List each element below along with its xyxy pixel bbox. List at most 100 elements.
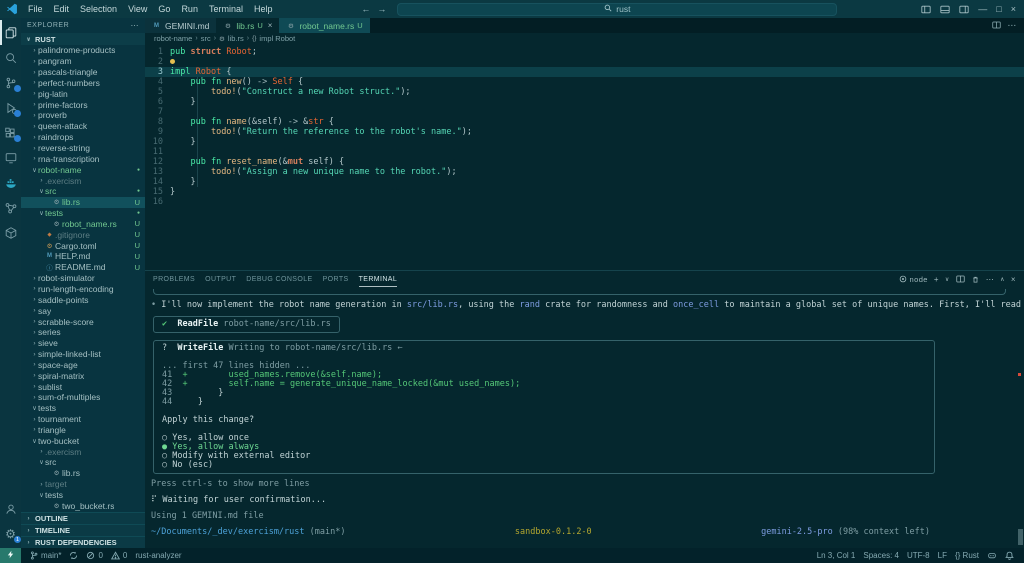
status-copilot[interactable] [983, 551, 1001, 560]
tree-item-palindrome-products[interactable]: ›palindrome-products [21, 45, 145, 56]
tree-item-tournament[interactable]: ›tournament [21, 414, 145, 425]
tree-item-simple-linked-list[interactable]: ›simple-linked-list [21, 349, 145, 360]
status-encoding[interactable]: UTF-8 [903, 551, 934, 560]
tree-item-readme-md[interactable]: ⓘREADME.mdU [21, 262, 145, 273]
menu-terminal[interactable]: Terminal [204, 3, 248, 15]
terminal-view[interactable]: • I'll now implement the robot name gene… [145, 287, 1024, 548]
tree-item-pangram[interactable]: ›pangram [21, 56, 145, 67]
tree-item-robot-name[interactable]: ∨robot-name● [21, 164, 145, 175]
tree-item-pascals-triangle[interactable]: ›pascals-triangle [21, 67, 145, 78]
settings-gear-icon[interactable]: ⚙ 1 [0, 521, 21, 546]
toggle-secondary-sidebar-icon[interactable] [959, 5, 969, 14]
tree-item-scrabble-score[interactable]: ›scrabble-score [21, 316, 145, 327]
extensions-icon[interactable] [0, 120, 21, 145]
remote-explorer-icon[interactable] [0, 145, 21, 170]
menu-go[interactable]: Go [153, 3, 175, 15]
tree-item-gitignore[interactable]: ◆.gitignoreU [21, 229, 145, 240]
panel-tab-ports[interactable]: PORTS [323, 271, 349, 287]
tree-item-target[interactable]: ›target [21, 479, 145, 490]
tree-item-say[interactable]: ›say [21, 305, 145, 316]
status-cursor-position[interactable]: Ln 3, Col 1 [813, 551, 860, 560]
tree-item-two-bucket[interactable]: ∨two-bucket [21, 435, 145, 446]
nav-forward-icon[interactable]: → [377, 4, 386, 14]
split-terminal-icon[interactable] [956, 275, 965, 283]
section-rust-dependencies[interactable]: ›RUST DEPENDENCIES [21, 536, 145, 548]
tree-item-two-bucket-rs[interactable]: ⚙two_bucket.rs [21, 500, 145, 511]
status-remote-indicator[interactable] [0, 548, 21, 563]
tree-item-prime-factors[interactable]: ›prime-factors [21, 99, 145, 110]
tree-item-exercism[interactable]: ›.exercism [21, 175, 145, 186]
tree-item-sublist[interactable]: ›sublist [21, 381, 145, 392]
menu-view[interactable]: View [123, 3, 152, 15]
menu-selection[interactable]: Selection [75, 3, 122, 15]
status-git-branch[interactable]: main* [26, 548, 65, 563]
tree-item-rna-transcription[interactable]: ›rna-transcription [21, 153, 145, 164]
panel-tab-problems[interactable]: PROBLEMS [153, 271, 195, 287]
status-rust-analyzer[interactable]: rust-analyzer [131, 548, 185, 563]
maximize-panel-icon[interactable]: ∧ [1000, 276, 1005, 283]
section-outline[interactable]: ›OUTLINE [21, 512, 145, 524]
toggle-sidebar-icon[interactable] [921, 5, 931, 14]
close-tab-icon[interactable]: × [268, 21, 273, 30]
tree-item-space-age[interactable]: ›space-age [21, 359, 145, 370]
option[interactable]: ○ Modify with external editor [162, 452, 926, 461]
tree-item-lib-rs[interactable]: ⚙lib.rsU [21, 197, 145, 208]
panel-tab-output[interactable]: OUTPUT [205, 271, 236, 287]
search-icon[interactable] [0, 45, 21, 70]
tree-item-cargo-toml[interactable]: ⚙Cargo.tomlU [21, 240, 145, 251]
new-terminal-icon[interactable]: + [934, 275, 939, 284]
status-notifications[interactable] [1001, 551, 1018, 560]
tree-item-src[interactable]: ∨src● [21, 186, 145, 197]
terminal-scrollbar[interactable] [1018, 529, 1023, 545]
dependencies-icon[interactable] [0, 220, 21, 245]
breadcrumb-item-src[interactable]: src [201, 34, 211, 43]
tree-item-raindrops[interactable]: ›raindrops [21, 132, 145, 143]
tree-item-tests[interactable]: ∨tests● [21, 208, 145, 219]
editor-more-actions-icon[interactable]: ⋯ [1008, 20, 1017, 31]
tree-item-src[interactable]: ∨src [21, 457, 145, 468]
status-sync[interactable] [65, 548, 82, 563]
breadcrumb-item-impl-robot[interactable]: impl Robot [259, 34, 295, 43]
breadcrumb-item-robot-name[interactable]: robot-name [154, 34, 192, 43]
tree-item-sum-of-multiples[interactable]: ›sum-of-multiples [21, 392, 145, 403]
close-panel-icon[interactable]: × [1011, 275, 1016, 284]
tree-item-proverb[interactable]: ›proverb [21, 110, 145, 121]
status-errors[interactable]: 0 [82, 548, 106, 563]
status-eol[interactable]: LF [934, 551, 951, 560]
breadcrumb-item-lib-rs[interactable]: lib.rs [228, 34, 244, 43]
tree-item-robot-name-rs[interactable]: ⚙robot_name.rsU [21, 219, 145, 230]
menu-edit[interactable]: Edit [49, 3, 75, 15]
close-button[interactable]: × [1011, 4, 1016, 14]
option[interactable]: ○ Yes, allow once [162, 434, 926, 443]
minimize-button[interactable]: — [978, 4, 987, 14]
panel-more-actions-icon[interactable]: ⋯ [986, 275, 994, 284]
tree-item-help-md[interactable]: MHELP.mdU [21, 251, 145, 262]
tree-item-lib-rs[interactable]: ⚙lib.rs [21, 468, 145, 479]
source-control-icon[interactable] [0, 70, 21, 95]
tree-item-series[interactable]: ›series [21, 327, 145, 338]
status-warnings[interactable]: 0 [107, 548, 131, 563]
kill-terminal-icon[interactable] [971, 275, 980, 284]
menu-help[interactable]: Help [249, 3, 278, 15]
tree-item-spiral-matrix[interactable]: ›spiral-matrix [21, 370, 145, 381]
breadcrumb[interactable]: robot-name›src›⚙lib.rs›{}impl Robot [145, 33, 1024, 44]
tree-item-run-length-encoding[interactable]: ›run-length-encoding [21, 284, 145, 295]
status-indentation[interactable]: Spaces: 4 [859, 551, 903, 560]
tree-item-saddle-points[interactable]: ›saddle-points [21, 294, 145, 305]
panel-tab-debug-console[interactable]: DEBUG CONSOLE [246, 271, 312, 287]
workspace-section-rust[interactable]: ∨ RUST [21, 33, 145, 45]
menu-run[interactable]: Run [176, 3, 203, 15]
tree-item-triangle[interactable]: ›triangle [21, 425, 145, 436]
tree-item-queen-attack[interactable]: ›queen-attack [21, 121, 145, 132]
option[interactable]: ○ No (esc) [162, 461, 926, 470]
command-search-input[interactable]: rust [397, 3, 837, 16]
tree-item-sieve[interactable]: ›sieve [21, 338, 145, 349]
tree-item-perfect-numbers[interactable]: ›perfect-numbers [21, 78, 145, 89]
tab-gemini-md[interactable]: MGEMINI.md [145, 18, 216, 33]
tree-item-reverse-string[interactable]: ›reverse-string [21, 143, 145, 154]
terminal-dropdown-icon[interactable]: ∨ [945, 276, 950, 283]
explorer-more-actions-icon[interactable]: ⋯ [131, 21, 140, 30]
run-and-debug-icon[interactable] [0, 95, 21, 120]
tree-item-exercism[interactable]: ›.exercism [21, 446, 145, 457]
status-language-mode[interactable]: {} Rust [951, 551, 983, 560]
